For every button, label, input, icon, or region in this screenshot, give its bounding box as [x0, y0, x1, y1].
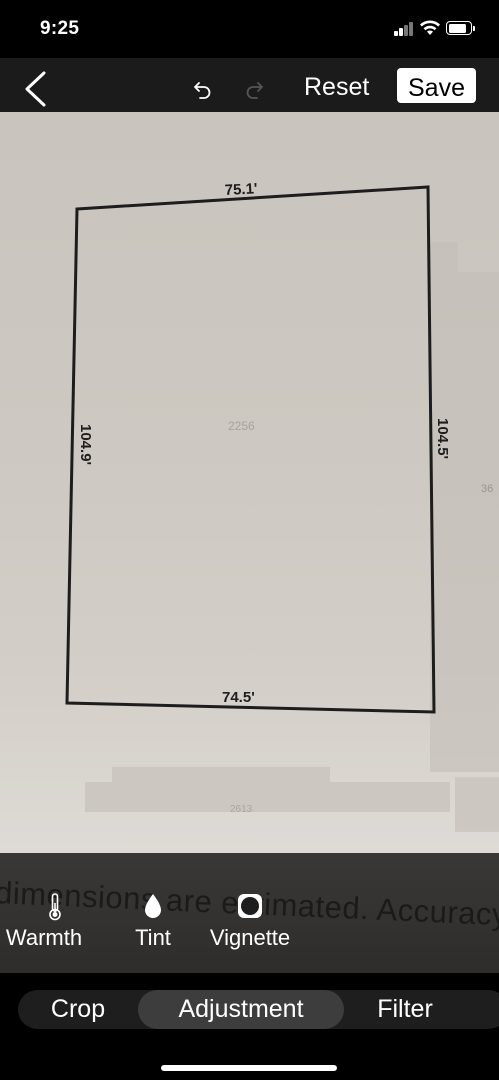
tint-label: Tint: [135, 925, 171, 950]
status-time: 9:25: [40, 18, 80, 39]
droplet-icon: [145, 894, 161, 918]
warmth-label: Warmth: [5, 925, 83, 950]
lot-left-dimension: 104.9': [77, 424, 94, 465]
save-button[interactable]: Save: [397, 68, 476, 103]
neighbor-parcel-bottom: [85, 767, 450, 812]
reset-button[interactable]: Reset: [304, 73, 369, 102]
warmth-tool[interactable]: Warmth: [0, 891, 100, 951]
tab-filter[interactable]: Filter: [344, 990, 466, 1029]
neighbor-lot-number: 2613: [230, 804, 253, 815]
tint-tool[interactable]: Tint: [124, 891, 182, 951]
undo-icon[interactable]: [193, 80, 213, 100]
back-chevron-icon[interactable]: [22, 70, 48, 108]
photo-canvas[interactable]: 75.1' 74.5' 104.9' 104.5' 2256 2613 36: [0, 112, 499, 853]
vignette-tool[interactable]: Vignette: [200, 891, 300, 951]
plot-drawing: 75.1' 74.5' 104.9' 104.5' 2256 2613 36: [65, 180, 499, 832]
mode-tab-bar: Crop Adjustment Filter: [0, 973, 499, 1080]
redo-icon[interactable]: [244, 80, 264, 100]
tab-crop[interactable]: Crop: [18, 990, 138, 1029]
lot-right-dimension: 104.5': [434, 418, 451, 459]
lot-outline: [65, 185, 436, 714]
editor-toolbar: Reset Save: [0, 58, 499, 112]
lot-top-dimension: 75.1': [224, 180, 258, 199]
vignette-icon: [238, 894, 262, 918]
battery-icon: [446, 21, 475, 35]
edge-lot-number: 36: [481, 483, 493, 495]
neighbor-parcel-corner: [455, 777, 499, 832]
tab-track: Crop Adjustment Filter: [18, 990, 499, 1029]
thermometer-icon: [49, 893, 61, 921]
home-indicator[interactable]: [161, 1065, 337, 1071]
cellular-signal-icon: [394, 22, 414, 36]
adjustment-panel: dimensions are estimated. Accuracy is Wa…: [0, 853, 499, 973]
wifi-icon: [420, 20, 440, 35]
status-bar: 9:25: [0, 0, 499, 58]
vignette-label: Vignette: [209, 925, 291, 950]
tab-adjustment[interactable]: Adjustment: [138, 990, 344, 1029]
lot-bottom-dimension: 74.5': [222, 689, 255, 706]
lot-number-label: 2256: [228, 419, 255, 433]
neighbor-parcel-right: [430, 242, 499, 772]
